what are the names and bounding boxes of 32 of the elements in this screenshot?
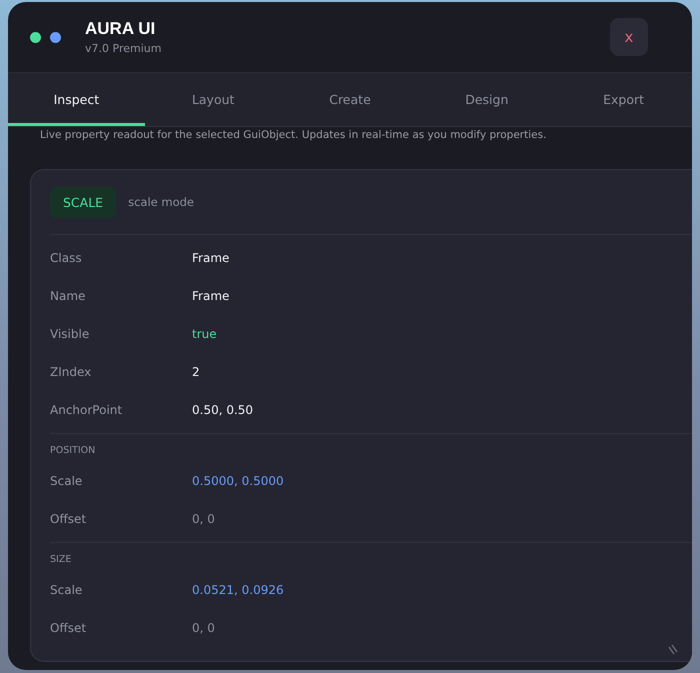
resize-grip-icon[interactable]	[668, 643, 678, 655]
tab[interactable]: Export	[555, 73, 692, 126]
tab[interactable]: Create	[282, 73, 418, 126]
tab[interactable]: Inspect	[8, 73, 145, 126]
property-value: 2	[192, 365, 200, 379]
mode-badge: SCALE	[50, 186, 116, 218]
property-label: Class	[50, 251, 83, 265]
window-title: AURA UI	[85, 19, 156, 39]
property-label: ZIndex	[50, 365, 92, 379]
close-button[interactable]: x	[610, 18, 648, 56]
tab[interactable]: Design	[418, 73, 556, 126]
property-value: 0.0521, 0.0926	[192, 583, 284, 597]
mode-label: scale mode	[128, 195, 194, 209]
property-label: Name	[50, 289, 86, 303]
property-value: 0.50, 0.50	[192, 403, 254, 417]
property-value: 0, 0	[192, 512, 215, 526]
property-value: Frame	[192, 289, 230, 303]
property-label: Offset	[50, 512, 88, 526]
section-heading: SIZE	[50, 552, 72, 566]
description-text: Live property readout for the selected GuiObject. Updates in real-time as you modify properties.	[39, 128, 548, 143]
property-label: Offset	[50, 621, 88, 635]
property-label: AnchorPoint	[50, 403, 124, 417]
version-label: v7.0 Premium	[85, 42, 162, 55]
property-label: Scale	[50, 474, 84, 488]
property-value: 0.5000, 0.5000	[192, 474, 284, 488]
section-heading: POSITION	[50, 444, 96, 458]
property-value: 0, 0	[192, 621, 215, 635]
property-value: true	[192, 327, 217, 341]
property-label: Visible	[50, 327, 90, 341]
property-value: Frame	[192, 251, 230, 265]
tab[interactable]: Layout	[144, 73, 282, 126]
property-label: Scale	[50, 583, 84, 597]
